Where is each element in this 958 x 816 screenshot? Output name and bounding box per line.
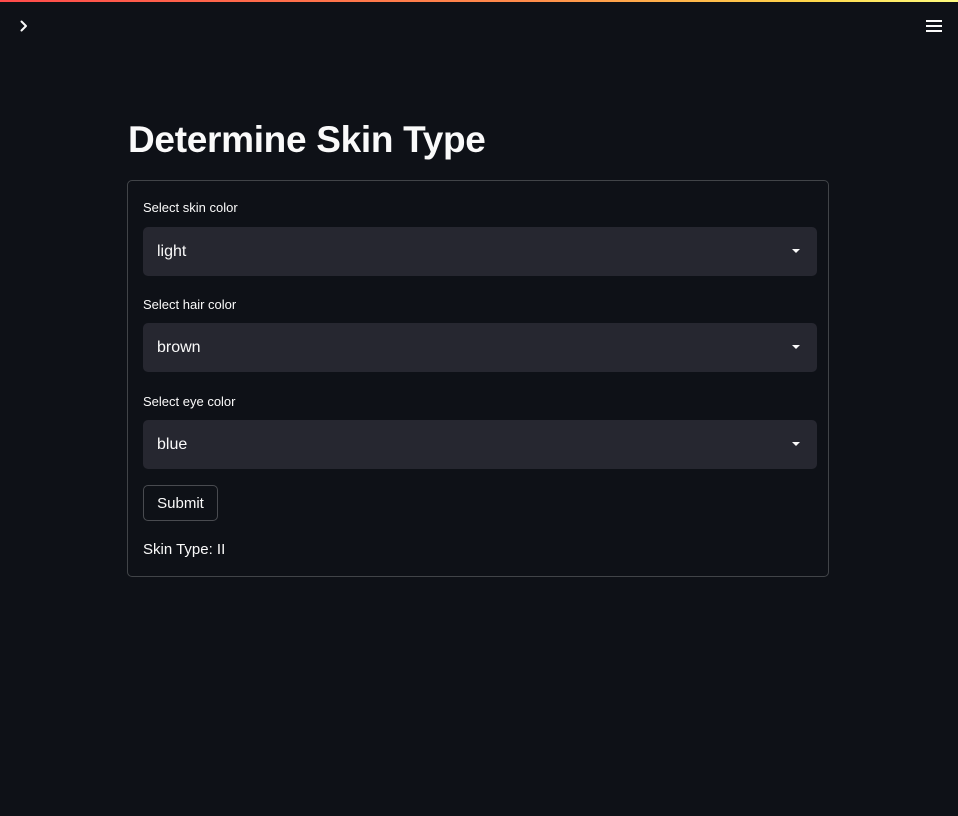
caret-down-icon <box>792 345 800 349</box>
caret-down-icon <box>792 442 800 446</box>
submit-button[interactable]: Submit <box>143 485 218 521</box>
main-menu-button[interactable] <box>922 14 946 38</box>
eye-color-label: Select eye color <box>143 394 236 409</box>
page-title: Determine Skin Type <box>128 119 486 160</box>
skin-color-label: Select skin color <box>143 200 238 215</box>
hamburger-menu-icon <box>926 20 942 32</box>
hair-color-label: Select hair color <box>143 297 237 312</box>
skin-type-result: Skin Type: II <box>143 541 226 558</box>
skin-color-value: light <box>157 243 187 260</box>
eye-color-value: blue <box>157 436 188 453</box>
skin-type-form: Select skin color light Select hair colo… <box>127 180 829 577</box>
caret-down-icon <box>792 249 800 253</box>
hair-color-select[interactable]: brown <box>143 323 817 372</box>
skin-color-select[interactable]: light <box>143 227 817 276</box>
hair-color-value: brown <box>157 339 201 356</box>
sidebar-toggle-button[interactable] <box>12 14 36 38</box>
chevron-right-icon <box>20 20 27 32</box>
eye-color-select[interactable]: blue <box>143 420 817 469</box>
top-decoration-bar <box>0 0 958 2</box>
